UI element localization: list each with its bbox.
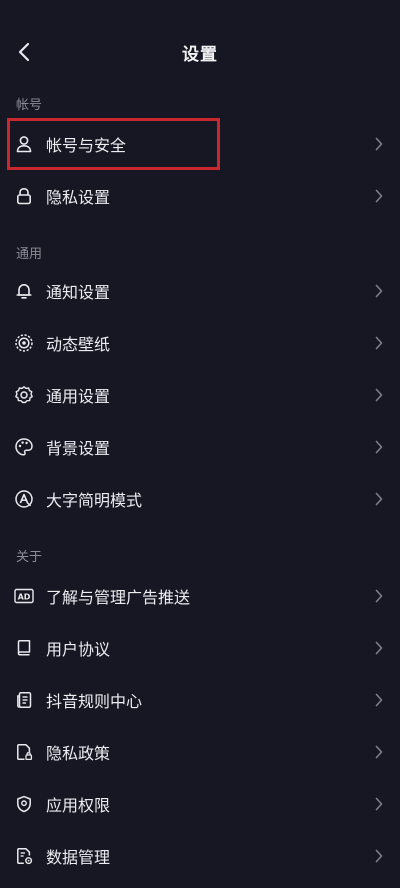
rules-doc-icon <box>14 690 34 710</box>
chevron-right-icon <box>374 440 384 454</box>
section-label-account: 帐号 <box>16 98 43 113</box>
settings-item-privacy-policy[interactable]: 隐私政策 <box>0 726 400 778</box>
settings-item-account-security[interactable]: 帐号与安全 <box>0 118 400 170</box>
chevron-right-icon <box>374 589 384 603</box>
privacy-doc-icon <box>14 742 34 762</box>
location-shield-icon <box>14 794 34 814</box>
chevron-right-icon <box>374 693 384 707</box>
settings-item-ad-management[interactable]: AD 了解与管理广告推送 <box>0 570 400 622</box>
settings-item-label: 抖音规则中心 <box>46 692 143 711</box>
svg-text:AD: AD <box>18 592 31 601</box>
settings-item-label: 帐号与安全 <box>46 136 127 155</box>
chevron-right-icon <box>374 641 384 655</box>
gear-icon <box>14 385 34 405</box>
settings-item-label: 通用设置 <box>46 387 111 406</box>
settings-item-privacy[interactable]: 隐私设置 <box>0 170 400 222</box>
settings-item-label: 隐私政策 <box>46 744 111 763</box>
person-icon <box>14 134 34 154</box>
settings-item-label: 背景设置 <box>46 439 111 458</box>
ad-icon: AD <box>14 586 34 606</box>
settings-item-label: 大字简明模式 <box>46 491 143 510</box>
settings-item-label: 通知设置 <box>46 283 111 302</box>
chevron-right-icon <box>374 745 384 759</box>
settings-item-large-font-mode[interactable]: 大字简明模式 <box>0 473 400 525</box>
settings-item-label: 动态壁纸 <box>46 335 111 354</box>
settings-item-label: 了解与管理广告推送 <box>46 588 191 607</box>
chevron-right-icon <box>374 189 384 203</box>
settings-item-general[interactable]: 通用设置 <box>0 369 400 421</box>
settings-item-live-wallpaper[interactable]: 动态壁纸 <box>0 317 400 369</box>
bell-icon <box>14 281 34 301</box>
settings-item-rules-center[interactable]: 抖音规则中心 <box>0 674 400 726</box>
settings-item-app-permissions[interactable]: 应用权限 <box>0 778 400 830</box>
header-bar: 设置 <box>0 0 400 104</box>
settings-item-label: 应用权限 <box>46 796 111 815</box>
chevron-right-icon <box>374 797 384 811</box>
section-label-general: 通用 <box>16 247 43 262</box>
section-label-about: 关于 <box>16 550 43 565</box>
settings-item-notifications[interactable]: 通知设置 <box>0 265 400 317</box>
palette-icon <box>14 437 34 457</box>
book-icon <box>14 638 34 658</box>
settings-item-background[interactable]: 背景设置 <box>0 421 400 473</box>
page-title: 设置 <box>182 45 218 65</box>
lock-icon <box>14 186 34 206</box>
settings-item-data-management[interactable]: 数据管理 <box>0 830 400 882</box>
wallpaper-icon <box>14 333 34 353</box>
chevron-right-icon <box>374 336 384 350</box>
settings-item-label: 隐私设置 <box>46 188 111 207</box>
settings-item-user-agreement[interactable]: 用户协议 <box>0 622 400 674</box>
chevron-right-icon <box>374 849 384 863</box>
settings-item-label: 用户协议 <box>46 640 111 659</box>
chevron-right-icon <box>374 137 384 151</box>
chevron-right-icon <box>374 492 384 506</box>
large-font-icon <box>14 489 34 509</box>
settings-item-label: 数据管理 <box>46 848 111 867</box>
chevron-right-icon <box>374 284 384 298</box>
chevron-right-icon <box>374 388 384 402</box>
data-file-icon <box>14 846 34 866</box>
